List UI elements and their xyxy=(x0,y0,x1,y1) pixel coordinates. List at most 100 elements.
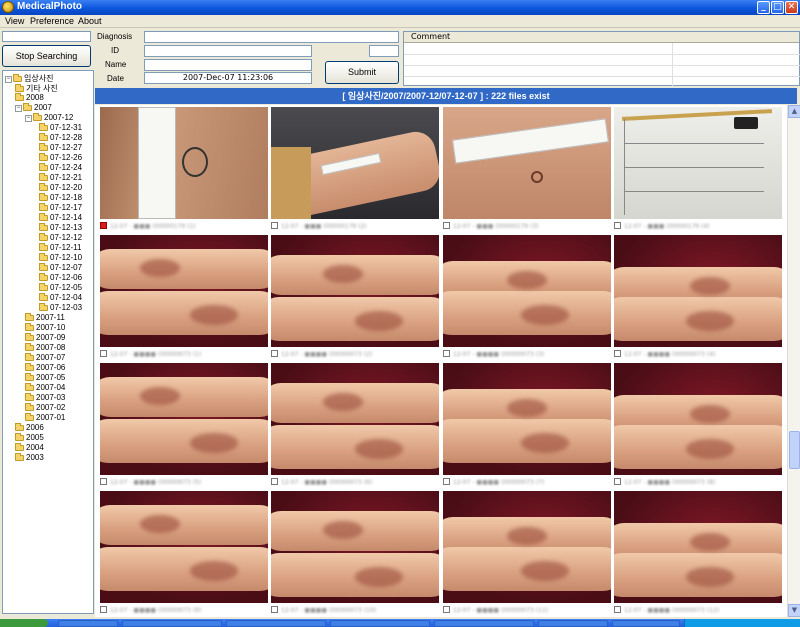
tree-item[interactable]: 2004 xyxy=(15,443,44,453)
photo-checkbox[interactable] xyxy=(614,350,621,357)
photo-checkbox[interactable] xyxy=(271,478,278,485)
diagnosis-field[interactable] xyxy=(144,31,399,43)
start-button[interactable] xyxy=(0,619,48,627)
photo-tile[interactable]: 12-07 - ■■■■ (00000073 (9) xyxy=(100,491,268,617)
photo-tile[interactable]: 12-07 - ■■■■ (00000073 (2) xyxy=(271,235,439,361)
tree-item[interactable]: 07-12-04 xyxy=(39,293,82,303)
tree-item[interactable]: 07-12-03 xyxy=(39,303,82,313)
folder-tree[interactable]: − 임상사진 기타 사진 2008−2007−2007-12 07-12-31 07-12… xyxy=(2,70,94,614)
tree-item[interactable]: 2007-06 xyxy=(25,363,65,373)
photo-checkbox[interactable] xyxy=(100,222,107,229)
taskbar-item[interactable] xyxy=(226,620,326,627)
tree-item[interactable]: 2007-01 xyxy=(25,413,65,423)
tree-item[interactable]: 07-12-14 xyxy=(39,213,82,223)
tree-item[interactable]: 2007-02 xyxy=(25,403,65,413)
collapse-icon[interactable]: − xyxy=(5,76,12,83)
photo-tile[interactable]: 12-07 - ■■■■ (00000073 (7) xyxy=(443,363,611,489)
tree-item[interactable]: 07-12-27 xyxy=(39,143,82,153)
menu-about[interactable]: About xyxy=(78,16,102,26)
tree-item[interactable]: 07-12-10 xyxy=(39,253,82,263)
taskbar-item[interactable] xyxy=(434,620,534,627)
photo-tile[interactable]: 12-07 - ■■■■ (00000073 (11) xyxy=(443,491,611,617)
photo-checkbox[interactable] xyxy=(100,478,107,485)
photo-tile[interactable]: 12-07 - ■■■■ (00000073 (10) xyxy=(271,491,439,617)
tree-item[interactable]: 07-12-26 xyxy=(39,153,82,163)
tree-item[interactable]: 2007-04 xyxy=(25,383,65,393)
close-button[interactable]: ✕ xyxy=(785,1,798,14)
photo-tile[interactable]: 12-07 - ■■■■ (00000073 (8) xyxy=(614,363,782,489)
photo-tile[interactable]: 12-07 - ■■■ (00000179 (3) xyxy=(443,107,611,233)
photo-checkbox[interactable] xyxy=(443,350,450,357)
photo-tile[interactable]: 12-07 - ■■■■ (00000073 (5) xyxy=(100,363,268,489)
tree-item[interactable]: 2007-09 xyxy=(25,333,65,343)
photo-tile[interactable]: 12-07 - ■■■■ (00000073 (6) xyxy=(271,363,439,489)
photo-checkbox[interactable] xyxy=(271,606,278,613)
tree-item[interactable]: − 2007 xyxy=(15,103,52,113)
taskbar-item[interactable] xyxy=(538,620,608,627)
id-field[interactable] xyxy=(144,45,312,57)
photo-checkbox[interactable] xyxy=(614,478,621,485)
photo-checkbox[interactable] xyxy=(443,478,450,485)
grid-scrollbar[interactable]: ▲ ▼ xyxy=(787,105,800,617)
photo-checkbox[interactable] xyxy=(100,350,107,357)
menu-view[interactable]: View xyxy=(5,16,24,26)
photo-tile[interactable]: 12-07 - ■■■■ (00000073 (4) xyxy=(614,235,782,361)
photo-tile[interactable]: 12-07 - ■■■ (00000179 (4) xyxy=(614,107,782,233)
scroll-thumb[interactable] xyxy=(789,431,800,469)
submit-button[interactable]: Submit xyxy=(325,61,399,84)
taskbar-item[interactable] xyxy=(122,620,222,627)
photo-checkbox[interactable] xyxy=(271,222,278,229)
tree-item[interactable]: 2007-08 xyxy=(25,343,65,353)
tree-item[interactable]: 2007-05 xyxy=(25,373,65,383)
photo-tile[interactable]: 12-07 - ■■■ (00000179 (2) xyxy=(271,107,439,233)
tree-item-root[interactable]: − 임상사진 xyxy=(5,73,53,83)
collapse-icon[interactable]: − xyxy=(25,115,32,122)
taskbar-item[interactable] xyxy=(58,620,118,627)
photo-checkbox[interactable] xyxy=(443,606,450,613)
photo-checkbox[interactable] xyxy=(614,222,621,229)
tree-item[interactable]: 2007-10 xyxy=(25,323,65,333)
photo-tile[interactable]: 12-07 - ■■■■ (00000073 (1) xyxy=(100,235,268,361)
photo-checkbox[interactable] xyxy=(100,606,107,613)
tree-item[interactable]: 07-12-21 xyxy=(39,173,82,183)
tree-item[interactable]: 07-12-11 xyxy=(39,243,81,253)
photo-tile[interactable]: 12-07 - ■■■■ (00000073 (12) xyxy=(614,491,782,617)
photo-checkbox[interactable] xyxy=(614,606,621,613)
tree-item[interactable]: 07-12-20 xyxy=(39,183,82,193)
photo-checkbox[interactable] xyxy=(271,350,278,357)
taskbar-item[interactable] xyxy=(612,620,680,627)
tree-item[interactable]: 07-12-05 xyxy=(39,283,82,293)
tree-item[interactable]: 07-12-12 xyxy=(39,233,82,243)
photo-tile[interactable]: 12-07 - ■■■■ (00000073 (3) xyxy=(443,235,611,361)
tree-item[interactable]: 2006 xyxy=(15,423,44,433)
tree-item[interactable]: 2007-07 xyxy=(25,353,65,363)
tree-item[interactable]: 07-12-07 xyxy=(39,263,82,273)
tree-item[interactable]: − 2007-12 xyxy=(25,113,73,123)
tree-item[interactable]: 2007-11 xyxy=(25,313,65,323)
search-input[interactable] xyxy=(2,31,91,42)
date-field[interactable]: 2007-Dec-07 11:23:06 xyxy=(144,72,312,84)
taskbar-item[interactable] xyxy=(330,620,430,627)
minimize-button[interactable]: _ xyxy=(757,1,770,14)
collapse-icon[interactable]: − xyxy=(15,105,22,112)
photo-tile[interactable]: 12-07 - ■■■ (00000179 (1) xyxy=(100,107,268,233)
tree-item[interactable]: 07-12-17 xyxy=(39,203,82,213)
tree-item[interactable]: 2005 xyxy=(15,433,44,443)
comment-box[interactable]: Comment xyxy=(403,31,800,87)
name-field[interactable] xyxy=(144,59,312,71)
tree-item[interactable]: 기타 사진 xyxy=(15,83,58,93)
tree-item[interactable]: 2007-03 xyxy=(25,393,65,403)
tree-item[interactable]: 07-12-13 xyxy=(39,223,82,233)
stop-searching-button[interactable]: Stop Searching xyxy=(2,45,91,67)
tree-item[interactable]: 07-12-24 xyxy=(39,163,82,173)
tree-item[interactable]: 2003 xyxy=(15,453,44,463)
tree-item[interactable]: 07-12-28 xyxy=(39,133,82,143)
scroll-up-arrow[interactable]: ▲ xyxy=(788,105,800,118)
id-extra-field[interactable] xyxy=(369,45,399,57)
tree-item[interactable]: 07-12-18 xyxy=(39,193,82,203)
tree-item[interactable]: 07-12-31 xyxy=(39,123,82,133)
menu-preference[interactable]: Preference xyxy=(30,16,74,26)
scroll-down-arrow[interactable]: ▼ xyxy=(788,604,800,617)
tree-item[interactable]: 2008 xyxy=(15,93,44,103)
photo-checkbox[interactable] xyxy=(443,222,450,229)
